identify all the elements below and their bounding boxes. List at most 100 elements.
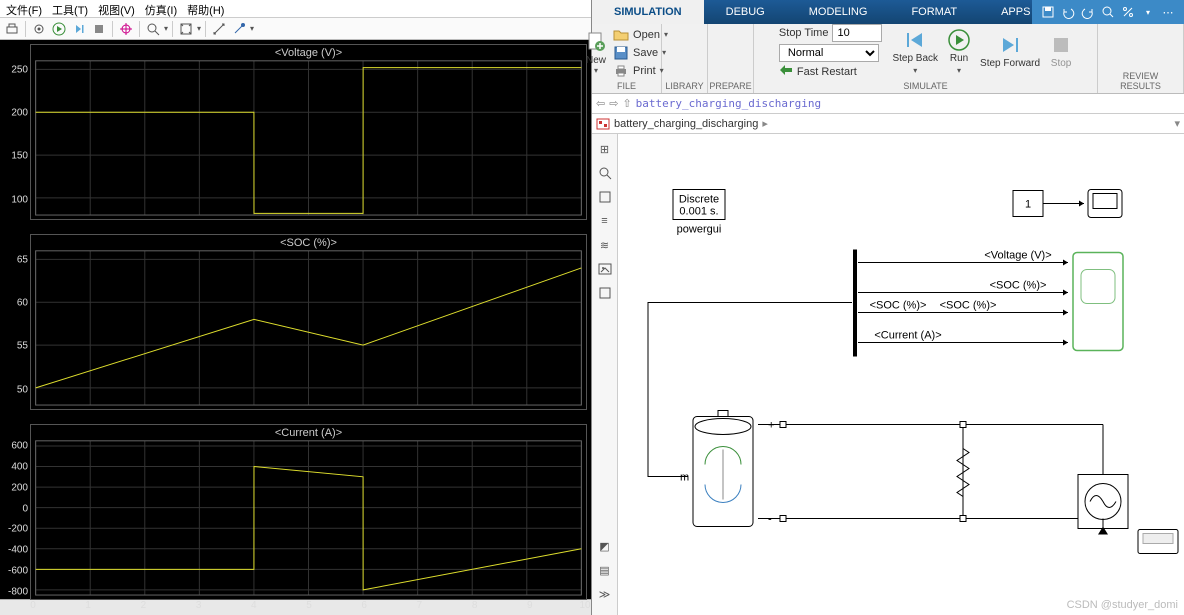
print-button[interactable]: Print▾: [613, 63, 668, 79]
svg-text:<SOC (%)>: <SOC (%)>: [940, 300, 997, 312]
y-tick: -800: [8, 586, 28, 597]
tab-format[interactable]: FORMAT: [889, 0, 979, 24]
gear-icon[interactable]: [30, 20, 48, 38]
step-forward-button[interactable]: Step Forward: [980, 34, 1040, 69]
menu-sim[interactable]: 仿真(I): [145, 2, 177, 15]
step-back-icon: [904, 29, 926, 51]
simulate-group-label: SIMULATE: [903, 81, 947, 91]
box-icon[interactable]: [596, 284, 614, 302]
model-canvas[interactable]: Discrete 0.001 s. powergui 1 <Voltage (V…: [618, 134, 1184, 615]
fast-restart-icon: [779, 64, 793, 79]
fit-icon[interactable]: [596, 188, 614, 206]
image-icon[interactable]: [596, 260, 614, 278]
menu-help[interactable]: 帮助(H): [187, 2, 224, 15]
svg-text:+: +: [768, 420, 774, 432]
tab-modeling[interactable]: MODELING: [787, 0, 890, 24]
stop-button[interactable]: Stop: [1050, 34, 1072, 69]
autoscale-icon[interactable]: [177, 20, 195, 38]
redo-icon[interactable]: [1078, 2, 1098, 22]
more-icon[interactable]: ⋯: [1158, 2, 1178, 22]
save-quick-icon[interactable]: [1038, 2, 1058, 22]
run-button[interactable]: Run▾: [948, 29, 970, 75]
scope-plot-2: <Current (A)>-800-600-400-20002004006000…: [30, 424, 587, 600]
log-icon[interactable]: ▤: [596, 561, 614, 579]
svg-text:<SOC (%)>: <SOC (%)>: [870, 300, 927, 312]
x-tick: 3: [196, 600, 202, 611]
scope-plot-0: <Voltage (V)>100150200250: [30, 44, 587, 220]
y-tick: 200: [11, 482, 28, 493]
menu-file[interactable]: 文件(F): [6, 2, 42, 15]
folder-open-icon: [613, 27, 629, 43]
y-tick: 250: [11, 64, 28, 75]
x-tick: 7: [417, 600, 423, 611]
x-tick: 1: [85, 600, 91, 611]
record-icon[interactable]: ◩: [596, 537, 614, 555]
percent-icon[interactable]: [1118, 2, 1138, 22]
navigation-row: ⇦ ⇨ ⇧ battery_charging_discharging: [592, 94, 1184, 114]
left-palette: ⊞ ≡ ≋ ◩ ▤ ≫: [592, 134, 618, 615]
undo-icon[interactable]: [1058, 2, 1078, 22]
step-forward-icon: [999, 34, 1021, 56]
explore-icon[interactable]: ⊞: [596, 140, 614, 158]
x-tick: 2: [141, 600, 147, 611]
scope-menubar: 文件(F) 工具(T) 视图(V) 仿真(I) 帮助(H): [0, 0, 591, 18]
new-button[interactable]: New: [585, 31, 607, 66]
new-label: New: [586, 55, 606, 66]
stop-icon[interactable]: [90, 20, 108, 38]
menu-view[interactable]: 视图(V): [98, 2, 135, 15]
y-tick: -600: [8, 566, 28, 577]
x-tick: 6: [361, 600, 367, 611]
measure-icon[interactable]: [210, 20, 228, 38]
cursor-tool-icon[interactable]: [117, 20, 135, 38]
y-tick: 400: [11, 462, 28, 473]
print-icon[interactable]: [3, 20, 21, 38]
fast-restart-button[interactable]: Fast Restart: [779, 64, 883, 79]
svg-text:<SOC (%)>: <SOC (%)>: [990, 280, 1047, 292]
expand-icon[interactable]: ≫: [596, 585, 614, 603]
y-tick: 50: [17, 384, 28, 395]
sim-mode-select[interactable]: Normal: [779, 44, 879, 62]
svg-text:<Voltage (V)>: <Voltage (V)>: [984, 250, 1051, 262]
search-icon[interactable]: [1098, 2, 1118, 22]
marker-icon[interactable]: [230, 20, 248, 38]
x-tick: 8: [472, 600, 478, 611]
run-icon[interactable]: [50, 20, 68, 38]
breadcrumb-model[interactable]: battery_charging_discharging: [614, 118, 758, 130]
step-icon[interactable]: [70, 20, 88, 38]
align-icon[interactable]: ≡: [596, 212, 614, 230]
zoom-icon[interactable]: [144, 20, 162, 38]
nav-up-icon[interactable]: ⇧: [622, 97, 631, 110]
plot-title: <SOC (%)>: [31, 237, 586, 249]
step-back-button[interactable]: Step Back▾: [892, 29, 938, 75]
quick-access-toolbar: ▾ ⋯: [1032, 0, 1184, 24]
x-tick: 9: [527, 600, 533, 611]
plot-title: <Voltage (V)>: [31, 47, 586, 59]
save-button[interactable]: Save▾: [613, 45, 668, 61]
nav-path: battery_charging_discharging: [636, 97, 821, 110]
x-tick: 0: [30, 600, 36, 611]
zoom-in-icon[interactable]: [596, 164, 614, 182]
menu-tools[interactable]: 工具(T): [52, 2, 88, 15]
svg-text:-: -: [768, 514, 772, 526]
y-tick: 600: [11, 441, 28, 452]
stoptime-input[interactable]: [832, 24, 882, 42]
ribbon: New ▾ Open▾ Save▾ Print▾ FILE LIBRARY: [592, 24, 1184, 94]
open-button[interactable]: Open▾: [613, 27, 668, 43]
y-tick: 60: [17, 298, 28, 309]
y-tick: 200: [11, 108, 28, 119]
nav-fwd-icon[interactable]: ⇨: [609, 97, 618, 110]
breadcrumb-drop-icon[interactable]: ▾: [1174, 117, 1180, 130]
tab-debug[interactable]: DEBUG: [704, 0, 787, 24]
svg-text:m: m: [680, 472, 689, 484]
save-icon: [613, 45, 629, 61]
stop-icon: [1050, 34, 1072, 56]
new-file-icon: [585, 31, 607, 53]
nav-back-icon[interactable]: ⇦: [596, 97, 605, 110]
model-icon: [596, 117, 610, 131]
annotate-icon[interactable]: ≋: [596, 236, 614, 254]
stoptime-row: Stop Time: [779, 24, 883, 42]
tab-simulation[interactable]: SIMULATION: [592, 0, 704, 24]
qa-dropdown-icon[interactable]: ▾: [1138, 2, 1158, 22]
x-tick: 10: [579, 600, 590, 611]
review-group-label: REVIEW RESULTS: [1108, 71, 1173, 91]
